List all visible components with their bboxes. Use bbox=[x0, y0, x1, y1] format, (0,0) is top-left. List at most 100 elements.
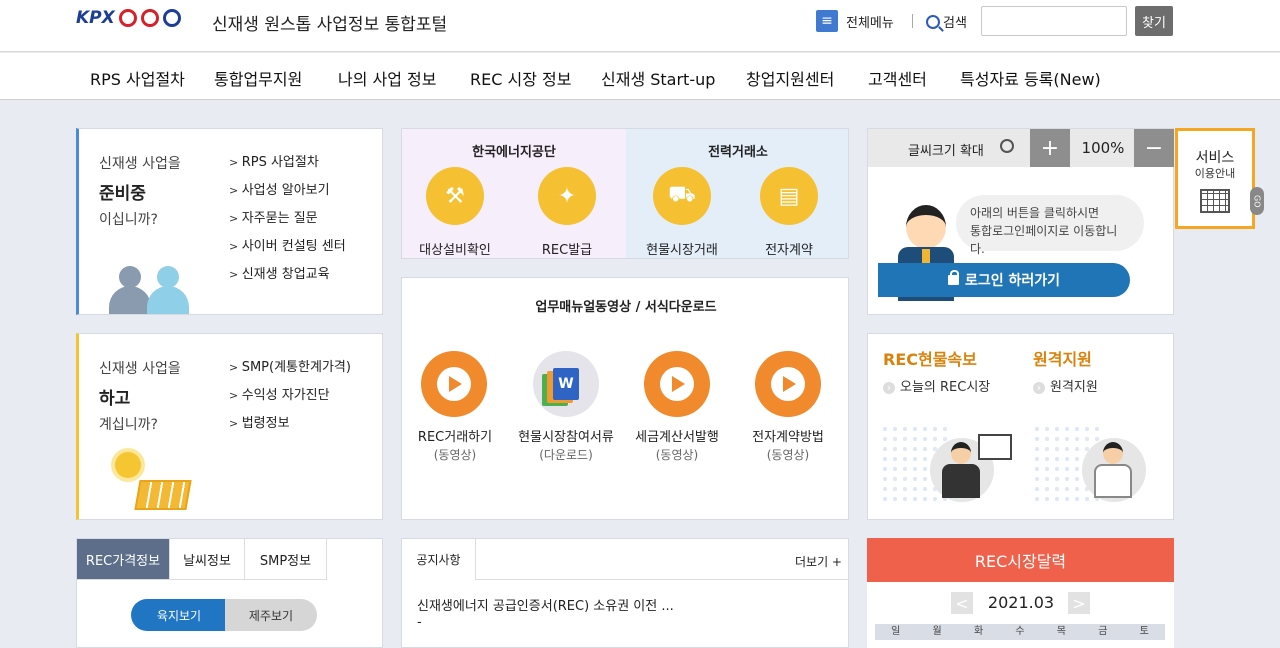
panel-lead: 신재생 사업을 bbox=[99, 156, 181, 172]
cart-icon[interactable]: ⛟ bbox=[653, 167, 711, 225]
weekday: 금 bbox=[1098, 626, 1108, 637]
remote-support-link[interactable]: 원격지원 bbox=[1033, 376, 1098, 395]
go-badge[interactable]: GO bbox=[1250, 187, 1264, 215]
rec-news-title[interactable]: REC현물속보 bbox=[883, 346, 977, 370]
panel-lead: 이십니까? bbox=[99, 212, 158, 228]
play-video-icon[interactable] bbox=[644, 351, 710, 417]
weekday: 목 bbox=[1056, 626, 1066, 637]
remote-support-title[interactable]: 원격지원 bbox=[1033, 346, 1092, 370]
people-icon bbox=[109, 262, 199, 314]
zoom-bar: 글씨크기 확대 + 100% − bbox=[868, 129, 1174, 167]
calendar-month: 2021.03 bbox=[987, 593, 1055, 612]
panel-lead-strong: 하고 bbox=[99, 389, 131, 409]
prepare-business-panel: 신재생 사업을 준비중 이십니까? RPS 사업절차 사업성 알아보기 자주묻는… bbox=[76, 128, 383, 315]
login-button-label: 로그인 하러가기 bbox=[964, 273, 1061, 289]
manual-item-label[interactable]: 현물시장참여서류 bbox=[506, 426, 626, 445]
link-rps-process[interactable]: RPS 사업절차 bbox=[229, 151, 346, 179]
login-panel: 글씨크기 확대 + 100% − 아래의 버튼을 클릭하시면 통합로그인페이지로… bbox=[867, 128, 1174, 315]
manual-item-label[interactable]: REC거래하기 bbox=[395, 426, 515, 445]
operator-illustration bbox=[1032, 424, 1168, 504]
document-chart-icon[interactable]: ▤ bbox=[760, 167, 818, 225]
login-button[interactable]: 로그인 하러가기 bbox=[878, 263, 1130, 297]
nav-startup-center[interactable]: 창업지원센터 bbox=[746, 66, 834, 90]
search-label: 검색 bbox=[926, 12, 967, 31]
header: KPX 신재생 원스톱 사업정보 통합포털 ≡ 전체메뉴 검색 찾기 bbox=[0, 0, 1280, 52]
bubble-line: 아래의 버튼을 클릭하시면 bbox=[970, 206, 1100, 220]
search-button[interactable]: 찾기 bbox=[1135, 6, 1173, 36]
zoom-out-button[interactable]: − bbox=[1134, 129, 1174, 167]
spot-trade-label[interactable]: 현물시장거래 bbox=[627, 239, 737, 258]
panel-lead: 신재생 사업을 bbox=[99, 361, 181, 377]
next-month-button[interactable]: > bbox=[1068, 592, 1090, 614]
service-guide-button[interactable]: 서비스 이용안내 GO bbox=[1175, 128, 1264, 229]
rec-issue-label[interactable]: REC발급 bbox=[512, 239, 622, 258]
nav-customer-center[interactable]: 고객센터 bbox=[868, 66, 927, 90]
manual-item-sub: (동영상) bbox=[766, 448, 810, 462]
service-guide-subtitle: 이용안내 bbox=[1194, 167, 1236, 180]
link-smp[interactable]: SMP(계통한계가격) bbox=[229, 356, 351, 384]
notice-item[interactable]: - bbox=[417, 615, 422, 630]
manuals-panel: 업무매뉴얼동영상 / 서식다운로드 REC거래하기 (동영상) W 현물시장참여… bbox=[401, 277, 849, 520]
weekday: 화 bbox=[973, 626, 984, 637]
wrench-monitor-icon[interactable]: ⚒ bbox=[426, 167, 484, 225]
logo-text: KPX bbox=[76, 8, 115, 28]
nav-startup[interactable]: 신재생 Start-up bbox=[601, 66, 715, 90]
zoom-in-button[interactable]: + bbox=[1030, 129, 1070, 167]
play-video-icon[interactable] bbox=[755, 351, 821, 417]
link-profit-diagnosis[interactable]: 수익성 자가진단 bbox=[229, 384, 351, 412]
tab-smp[interactable]: SMP정보 bbox=[245, 539, 327, 580]
section-title: 전력거래소 bbox=[708, 145, 768, 160]
manual-item-sub: (동영상) bbox=[655, 448, 699, 462]
kpx-logo[interactable]: KPX bbox=[76, 8, 181, 28]
manual-item-label[interactable]: 세금계산서발행 bbox=[617, 426, 737, 445]
weekday-header: 일 월 화 수 목 금 토 bbox=[875, 624, 1165, 640]
search-icon bbox=[926, 14, 940, 29]
nav-my-business[interactable]: 나의 사업 정보 bbox=[338, 66, 437, 90]
nav-integrated-support[interactable]: 통합업무지원 bbox=[214, 66, 302, 90]
divider bbox=[912, 14, 913, 28]
hamburger-icon: ≡ bbox=[816, 10, 838, 32]
manual-item-label[interactable]: 전자계약방법 bbox=[728, 426, 848, 445]
jeju-toggle[interactable]: 제주보기 bbox=[225, 599, 317, 631]
panel-lead: 계십니까? bbox=[99, 417, 158, 433]
link-cyber-consulting[interactable]: 사이버 컨설팅 센터 bbox=[229, 235, 346, 263]
play-video-icon[interactable] bbox=[421, 351, 487, 417]
presenter-illustration bbox=[880, 424, 1016, 504]
bubble-line: 통합로그인페이지로 이동합니다. bbox=[970, 224, 1118, 256]
manual-item-sub: (다운로드) bbox=[539, 448, 593, 462]
more-link[interactable]: 더보기 + bbox=[795, 553, 842, 570]
main-nav: RPS 사업절차 통합업무지원 나의 사업 정보 REC 시장 정보 신재생 S… bbox=[0, 53, 1280, 100]
tab-notice[interactable]: 공지사항 bbox=[402, 539, 476, 580]
manual-item-sub: (동영상) bbox=[433, 448, 477, 462]
login-hint-bubble: 아래의 버튼을 클릭하시면 통합로그인페이지로 이동합니다. bbox=[956, 195, 1144, 256]
nav-rec-market[interactable]: REC 시장 정보 bbox=[470, 66, 571, 90]
e-contract-label[interactable]: 전자계약 bbox=[734, 239, 844, 258]
nav-rps-process[interactable]: RPS 사업절차 bbox=[90, 66, 185, 90]
notice-item[interactable]: 신재생에너지 공급인증서(REC) 소유권 이전 ... bbox=[417, 595, 674, 614]
weekday: 수 bbox=[1015, 626, 1025, 637]
link-faq[interactable]: 자주묻는 질문 bbox=[229, 207, 346, 235]
link-law-info[interactable]: 법령정보 bbox=[229, 412, 351, 440]
tab-weather[interactable]: 날씨정보 bbox=[170, 539, 245, 580]
mainland-toggle[interactable]: 육지보기 bbox=[131, 599, 227, 631]
doing-links: SMP(계통한계가격) 수익성 자가진단 법령정보 bbox=[229, 356, 351, 440]
all-menu-button[interactable]: ≡ 전체메뉴 bbox=[816, 10, 894, 32]
prepare-links: RPS 사업절차 사업성 알아보기 자주묻는 질문 사이버 컨설팅 센터 신재생… bbox=[229, 151, 346, 291]
prev-month-button[interactable]: < bbox=[951, 592, 973, 614]
logo-circle-icon bbox=[140, 9, 159, 27]
agency-shortcuts: 한국에너지공단 전력거래소 ⚒ 대상설비확인 ✦ REC발급 ⛟ 현물시장거래 … bbox=[401, 128, 849, 259]
link-startup-education[interactable]: 신재생 창업교육 bbox=[229, 263, 346, 291]
link-feasibility[interactable]: 사업성 알아보기 bbox=[229, 179, 346, 207]
rec-today-link[interactable]: 오늘의 REC시장 bbox=[883, 376, 990, 395]
facility-check-label[interactable]: 대상설비확인 bbox=[402, 239, 510, 258]
portal-title: 신재생 원스톱 사업정보 통합포털 bbox=[212, 15, 448, 35]
notice-panel: 공지사항 더보기 + 신재생에너지 공급인증서(REC) 소유권 이전 ... … bbox=[401, 538, 849, 648]
divider bbox=[476, 579, 848, 580]
nav-data-register[interactable]: 특성자료 등록(New) bbox=[960, 66, 1101, 90]
search-input[interactable] bbox=[981, 6, 1127, 36]
word-document-icon[interactable]: W bbox=[533, 351, 599, 417]
tab-rec-price[interactable]: REC가격정보 bbox=[77, 539, 170, 580]
weekday: 일 bbox=[891, 626, 901, 637]
lightbulb-icon[interactable]: ✦ bbox=[538, 167, 596, 225]
logo-circle-icon bbox=[118, 9, 137, 27]
